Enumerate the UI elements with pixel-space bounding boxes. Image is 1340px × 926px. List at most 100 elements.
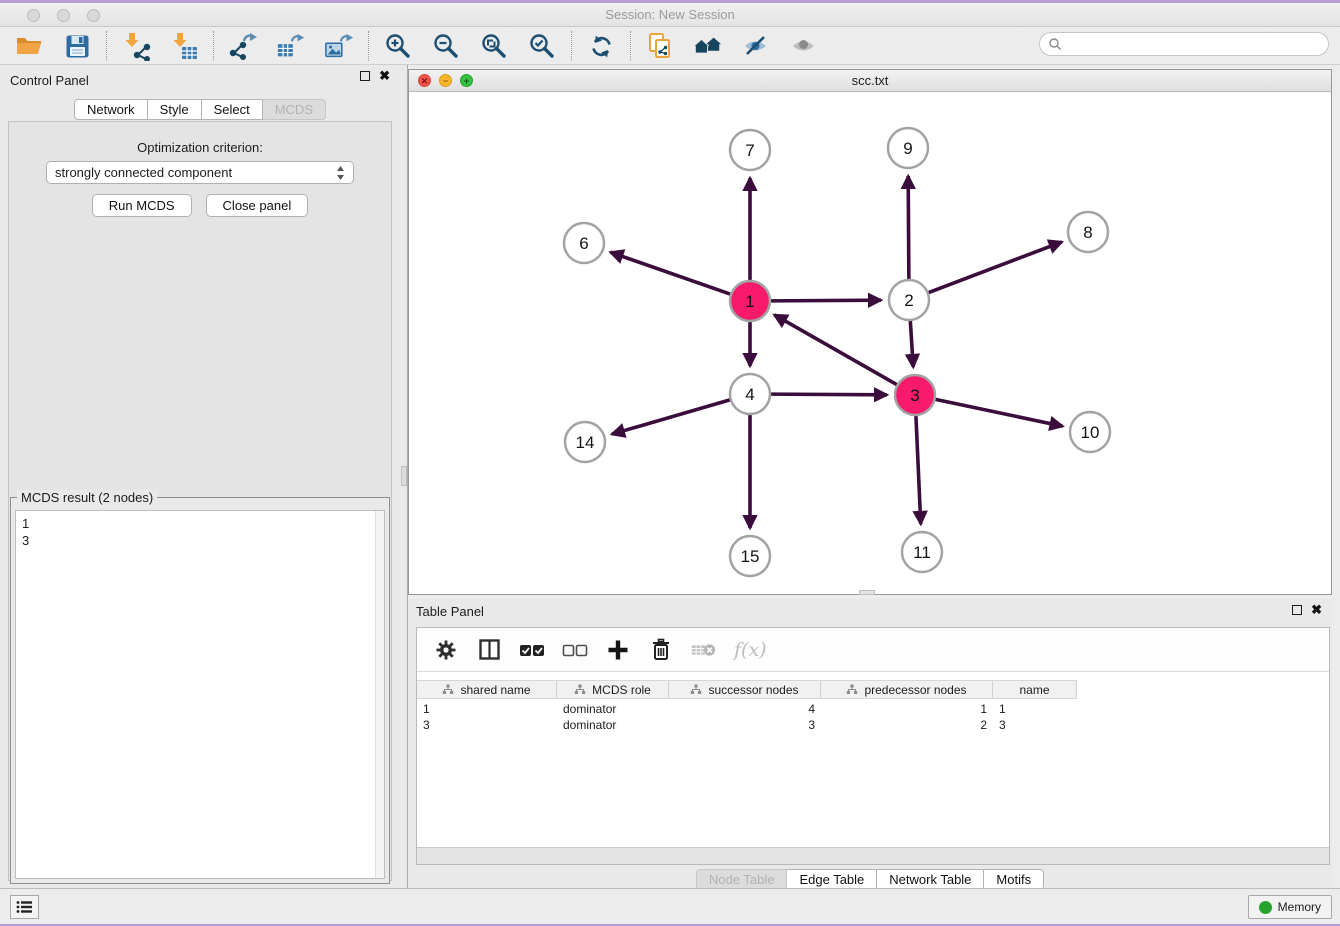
table-scrollbar[interactable] bbox=[417, 847, 1329, 864]
column-header-name[interactable]: name bbox=[993, 681, 1077, 698]
graph-edge-2-3[interactable] bbox=[910, 321, 913, 367]
select-all-rows-icon[interactable] bbox=[519, 637, 545, 663]
graph-edge-1-6[interactable] bbox=[610, 252, 730, 294]
network-view-window: ✕ − + scc.txt 1234678910111415 bbox=[408, 69, 1332, 595]
graph-node-label-11: 11 bbox=[913, 543, 931, 562]
graph-edge-3-1[interactable] bbox=[774, 315, 896, 385]
search-input[interactable] bbox=[1062, 37, 1312, 51]
first-neighbors-icon[interactable] bbox=[693, 31, 723, 61]
main-toolbar bbox=[0, 28, 1340, 65]
tab-mcds[interactable]: MCDS bbox=[263, 99, 326, 120]
zoom-selected-icon[interactable] bbox=[527, 31, 557, 61]
import-table-icon[interactable] bbox=[169, 31, 199, 61]
control-panel-float-icon[interactable] bbox=[360, 71, 370, 81]
open-session-icon[interactable] bbox=[14, 31, 44, 61]
panel-splitter[interactable] bbox=[400, 65, 408, 893]
cell-name: 1 bbox=[993, 701, 1077, 717]
mcds-result-title: MCDS result (2 nodes) bbox=[17, 490, 157, 505]
tab-motifs[interactable]: Motifs bbox=[984, 869, 1044, 890]
clear-table-icon[interactable] bbox=[691, 637, 717, 663]
hide-selected-icon[interactable] bbox=[741, 31, 771, 61]
graph-node-label-6: 6 bbox=[579, 234, 588, 253]
add-row-icon[interactable] bbox=[605, 637, 631, 663]
control-panel-tabs: Network Style Select MCDS bbox=[0, 99, 400, 120]
graph-edge-4-3[interactable] bbox=[771, 394, 887, 395]
graph-node-label-2: 2 bbox=[904, 291, 913, 310]
graph-edge-3-11[interactable] bbox=[916, 416, 921, 524]
export-table-icon[interactable] bbox=[276, 31, 306, 61]
hierarchy-icon bbox=[846, 684, 858, 695]
import-network-icon[interactable] bbox=[121, 31, 151, 61]
show-columns-icon[interactable] bbox=[476, 637, 502, 663]
column-header-successor_nodes[interactable]: successor nodes bbox=[669, 681, 821, 698]
cell-shared_name: 3 bbox=[417, 717, 557, 733]
mcds-result-scrollbar[interactable] bbox=[375, 511, 384, 878]
memory-button[interactable]: Memory bbox=[1248, 895, 1332, 919]
status-bar: Memory bbox=[0, 888, 1340, 924]
tab-node-table[interactable]: Node Table bbox=[696, 869, 788, 890]
graph-edge-4-14[interactable] bbox=[612, 400, 730, 434]
column-header-shared_name[interactable]: shared name bbox=[417, 681, 557, 698]
zoom-out-icon[interactable] bbox=[431, 31, 461, 61]
tab-edge-table[interactable]: Edge Table bbox=[787, 869, 877, 890]
cell-predecessor_nodes: 1 bbox=[821, 701, 993, 717]
optimization-criterion-label: Optimization criterion: bbox=[9, 140, 391, 155]
export-network-icon[interactable] bbox=[228, 31, 258, 61]
graph-canvas-svg: 1234678910111415 bbox=[409, 93, 1331, 594]
close-panel-button[interactable]: Close panel bbox=[206, 194, 309, 217]
graph-node-label-1: 1 bbox=[745, 292, 754, 311]
mcds-result-fieldset: MCDS result (2 nodes) 1 3 bbox=[10, 497, 390, 884]
graph-edge-3-10[interactable] bbox=[936, 399, 1063, 426]
mcds-result-text[interactable]: 1 3 bbox=[15, 510, 385, 879]
tab-network[interactable]: Network bbox=[74, 99, 148, 120]
table-panel-title: Table Panel bbox=[416, 604, 484, 619]
function-builder-icon[interactable]: f(x) bbox=[734, 639, 767, 661]
splitter-grip[interactable] bbox=[401, 466, 407, 486]
table-row-1[interactable]: 1dominator411 bbox=[417, 701, 1077, 717]
memory-label: Memory bbox=[1278, 900, 1321, 914]
zoom-fit-icon[interactable] bbox=[479, 31, 509, 61]
deselect-all-rows-icon[interactable] bbox=[562, 637, 588, 663]
settings-gear-icon[interactable] bbox=[433, 637, 459, 663]
graph-edge-2-8[interactable] bbox=[929, 242, 1062, 293]
control-panel-title: Control Panel bbox=[10, 73, 89, 88]
criterion-dropdown[interactable]: strongly connected component bbox=[46, 161, 354, 184]
tab-style[interactable]: Style bbox=[148, 99, 202, 120]
refresh-layout-icon[interactable] bbox=[586, 31, 616, 61]
zoom-in-icon[interactable] bbox=[383, 31, 413, 61]
graph-node-label-15: 15 bbox=[741, 547, 760, 566]
graph-edge-1-2[interactable] bbox=[771, 300, 881, 301]
network-resize-grip[interactable] bbox=[859, 590, 875, 595]
search-box bbox=[1039, 32, 1329, 56]
export-image-icon[interactable] bbox=[324, 31, 354, 61]
graph-edge-2-9[interactable] bbox=[908, 176, 909, 279]
cell-shared_name: 1 bbox=[417, 701, 557, 717]
criterion-dropdown-value: strongly connected component bbox=[55, 165, 336, 180]
cell-name: 3 bbox=[993, 717, 1077, 733]
table-toolbar: f(x) bbox=[417, 628, 1329, 672]
tab-select[interactable]: Select bbox=[202, 99, 263, 120]
search-icon bbox=[1048, 37, 1062, 51]
network-window-titlebar[interactable]: ✕ − + scc.txt bbox=[409, 70, 1331, 92]
save-session-icon[interactable] bbox=[62, 31, 92, 61]
copy-style-icon[interactable] bbox=[645, 31, 675, 61]
table-panel-float-icon[interactable] bbox=[1292, 605, 1302, 615]
control-panel-close-icon[interactable]: ✖ bbox=[379, 71, 390, 81]
column-header-label: shared name bbox=[460, 683, 530, 697]
column-header-mcds_role[interactable]: MCDS role bbox=[557, 681, 669, 698]
show-all-icon[interactable] bbox=[789, 31, 819, 61]
task-history-button[interactable] bbox=[10, 895, 39, 919]
run-mcds-button[interactable]: Run MCDS bbox=[92, 194, 192, 217]
column-header-predecessor_nodes[interactable]: predecessor nodes bbox=[821, 681, 993, 698]
table-row-3[interactable]: 3dominator323 bbox=[417, 717, 1077, 733]
network-canvas[interactable]: 1234678910111415 bbox=[409, 93, 1331, 594]
cell-predecessor_nodes: 2 bbox=[821, 717, 993, 733]
node-table-container: f(x) shared name MCDS rolesuccessor nodes… bbox=[416, 627, 1330, 865]
window-title: Session: New Session bbox=[0, 7, 1340, 22]
app-window: Session: New Session bbox=[0, 3, 1340, 924]
network-window-title: scc.txt bbox=[409, 73, 1331, 88]
dropdown-stepper-icon bbox=[336, 165, 345, 181]
table-panel-close-icon[interactable]: ✖ bbox=[1311, 605, 1322, 615]
delete-row-icon[interactable] bbox=[648, 637, 674, 663]
tab-network-table[interactable]: Network Table bbox=[877, 869, 984, 890]
